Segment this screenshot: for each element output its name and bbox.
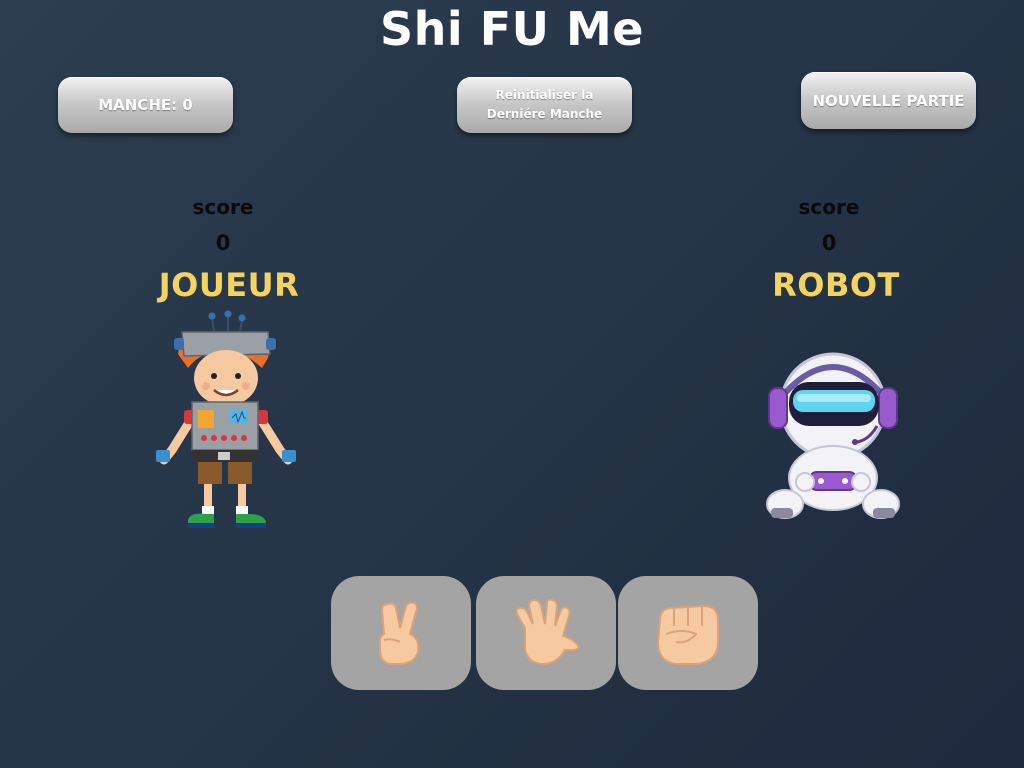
robot-avatar [765, 348, 901, 530]
player-score-label: score [192, 195, 254, 219]
robot-score-label: score [798, 195, 860, 219]
page-title: Shi FU Me [380, 2, 644, 56]
player-name: JOUEUR [158, 266, 300, 304]
choice-scissors-button[interactable] [331, 576, 471, 690]
robot-score-value: 0 [821, 231, 837, 255]
robot-costume-kid-icon [156, 310, 296, 528]
choice-paper-button[interactable] [476, 576, 616, 690]
player-score-value: 0 [215, 231, 231, 255]
player-avatar [150, 310, 300, 536]
peace-hand-icon [379, 601, 420, 665]
fist-icon [656, 604, 719, 665]
round-counter-button[interactable]: MANCHE: 0 [58, 77, 233, 133]
open-hand-icon [515, 598, 580, 666]
reset-last-round-button[interactable]: Reinitialiser la Derniére Manche [457, 77, 632, 133]
choice-rock-button[interactable] [618, 576, 758, 690]
astronaut-gamer-icon [766, 352, 900, 519]
robot-name: ROBOT [772, 266, 900, 304]
new-game-button[interactable]: NOUVELLE PARTIE [801, 72, 976, 129]
